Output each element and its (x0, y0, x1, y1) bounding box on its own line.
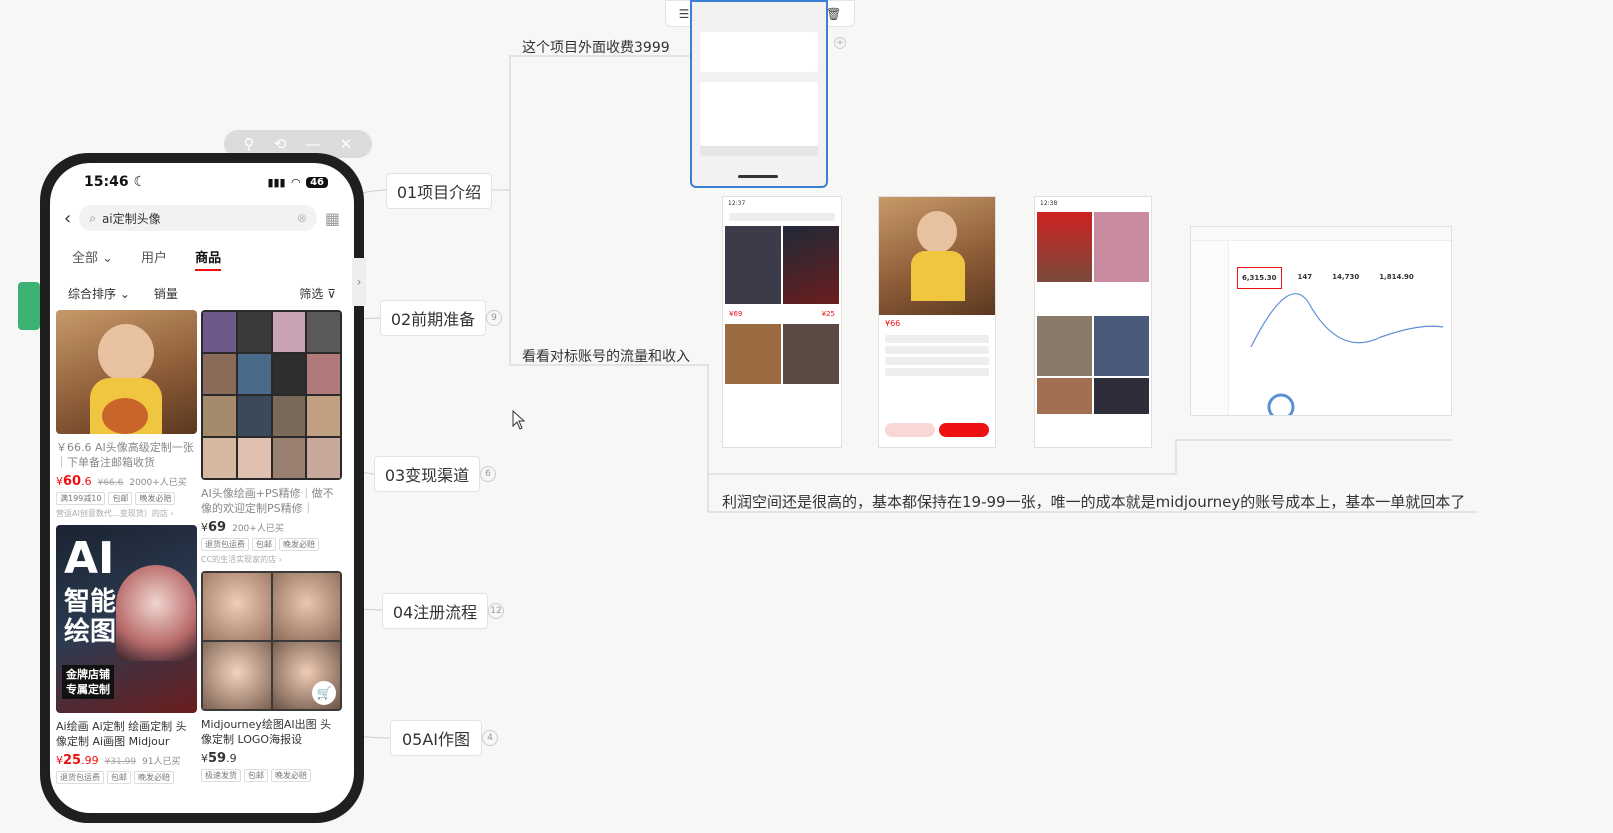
clear-icon[interactable]: ⊗ (297, 211, 307, 225)
minimize-icon[interactable]: — (306, 135, 321, 153)
screenshot-search-results[interactable]: 12:37 ¥69 ¥25 (722, 196, 842, 448)
tab-products[interactable]: 商品 (195, 247, 222, 271)
align-icon[interactable]: ☰ (679, 7, 690, 21)
filter-button[interactable]: 筛选 ⊽ (299, 285, 336, 302)
product-card[interactable]: 🛒 Midjourney绘图AI出图 头像定制 LOGO海报设 ¥59.9 极速… (201, 571, 342, 782)
product-tags: 满199减10 包邮 晚发必赔 (56, 492, 197, 505)
signal-icon: ▮▮▮ (267, 175, 286, 189)
sort-sales[interactable]: 销量 (154, 285, 178, 302)
node-child-count[interactable]: 4 (482, 730, 498, 746)
close-icon[interactable]: ✕ (340, 135, 353, 153)
product-tags: 退货包运费 包邮 晚发必赔 (201, 538, 342, 551)
product-price: ¥69 200+人已买 (201, 520, 284, 535)
note-traffic[interactable]: 看看对标账号的流量和收入 (522, 346, 690, 366)
shop-link[interactable]: CC的生活实现家的店 › (201, 554, 342, 565)
collapse-toggle[interactable]: › (352, 258, 366, 306)
status-bar: 15:46 ☾ ▮▮▮ ◠ 46 (50, 163, 354, 201)
product-image (201, 310, 342, 480)
node-registration[interactable]: 04注册流程 (382, 593, 488, 629)
node-ai-drawing[interactable]: 05AI作图 (390, 720, 482, 756)
screenshot-account-works[interactable]: 12:38 (1034, 196, 1152, 448)
node-child-count[interactable]: 9 (486, 310, 502, 326)
wifi-icon: ◠ (291, 175, 301, 189)
shop-link[interactable]: 营运AI创意数代…变现货）的店 › (56, 508, 197, 519)
note-fee[interactable]: 这个项目外面收费3999 (522, 37, 670, 57)
product-title: Midjourney绘图AI出图 头像定制 LOGO海报设 (201, 718, 332, 746)
mouse-cursor (512, 410, 526, 430)
product-card[interactable]: ￥66.6 AI头像高级定制一张｜下单备注邮箱收货 ¥60.6 ¥66.6 20… (56, 310, 197, 519)
product-title: AI头像绘画+PS精修｜做不像的欢迎定制PS精修｜ (201, 487, 334, 515)
delete-icon[interactable]: 🗑 (826, 7, 841, 21)
product-card[interactable]: AI头像绘画+PS精修｜做不像的欢迎定制PS精修｜ ¥69 200+人已买 退货… (201, 310, 342, 565)
node-child-count[interactable]: 12 (488, 603, 504, 619)
dashboard-chart (1250, 293, 1444, 415)
history-icon[interactable]: ⟲ (274, 135, 287, 153)
product-title: Ai绘画 Ai定制 绘画定制 头像定制 Ai画图 Midjour (56, 720, 187, 748)
screenshot-sales-dashboard[interactable]: 6,315.30 147 14,730 1,814.90 (1190, 226, 1452, 416)
product-price: ¥59.9 (201, 751, 237, 766)
cart-icon[interactable]: 🛒 (312, 681, 336, 705)
sort-comprehensive[interactable]: 综合排序 ⌄ (68, 285, 130, 302)
product-image (56, 310, 197, 434)
search-icon: ⌕ (89, 210, 96, 225)
search-query: ai定制头像 (101, 211, 161, 226)
product-price: ¥60.6 ¥66.6 2000+人已买 (56, 474, 187, 489)
node-preparation[interactable]: 02前期准备 (380, 300, 486, 336)
side-drag-handle[interactable] (18, 282, 40, 330)
chat-screenshot[interactable] (690, 0, 828, 188)
node-monetization[interactable]: 03变现渠道 (374, 456, 480, 492)
sort-row: 综合排序 ⌄ 销量 筛选 ⊽ (50, 277, 354, 310)
result-tabs: 全部 ⌄ 用户 商品 (50, 235, 354, 277)
back-icon[interactable]: ‹ (64, 208, 71, 229)
product-grid: ￥66.6 AI头像高级定制一张｜下单备注邮箱收货 ¥60.6 ¥66.6 20… (50, 310, 354, 784)
clock: 15:46 (84, 174, 129, 190)
add-icon[interactable]: + (834, 37, 846, 49)
product-tags: 极速发货 包邮 晚发必赔 (201, 769, 342, 782)
product-tags: 退货包运费 包邮 晚发必赔 (56, 771, 197, 784)
phone-mirror: 15:46 ☾ ▮▮▮ ◠ 46 ‹ ⌕ ai定制头像 ⊗ ▦ 全部 ⌄ 用户 … (40, 153, 364, 823)
battery-icon: 46 (306, 176, 328, 188)
product-title: ￥66.6 AI头像高级定制一张｜下单备注邮箱收货 (56, 441, 194, 469)
product-card[interactable]: AI 智能 绘图 金牌店铺 专属定制 Ai绘画 Ai定制 绘画定制 头像定制 Ai画… (56, 525, 197, 784)
grid-view-icon[interactable]: ▦ (325, 209, 340, 228)
product-price: ¥25.99 ¥31.99 91人已买 (56, 753, 181, 768)
tab-all[interactable]: 全部 ⌄ (72, 247, 113, 271)
product-image: 🛒 (201, 571, 342, 711)
product-image: AI 智能 绘图 金牌店铺 专属定制 (56, 525, 197, 713)
node-project-intro[interactable]: 01项目介绍 (386, 173, 492, 209)
screenshot-product-detail[interactable]: ¥66 (878, 196, 996, 448)
node-child-count[interactable]: 6 (480, 466, 496, 482)
note-profit[interactable]: 利润空间还是很高的，基本都保持在19-99一张，唯一的成本就是midjourne… (722, 491, 1465, 512)
tab-users[interactable]: 用户 (141, 247, 167, 271)
search-input[interactable]: ⌕ ai定制头像 ⊗ (79, 205, 317, 231)
search-row: ‹ ⌕ ai定制头像 ⊗ ▦ (50, 201, 354, 235)
phone-screen: 15:46 ☾ ▮▮▮ ◠ 46 ‹ ⌕ ai定制头像 ⊗ ▦ 全部 ⌄ 用户 … (50, 163, 354, 813)
pin-icon[interactable]: ⚲ (244, 135, 255, 153)
